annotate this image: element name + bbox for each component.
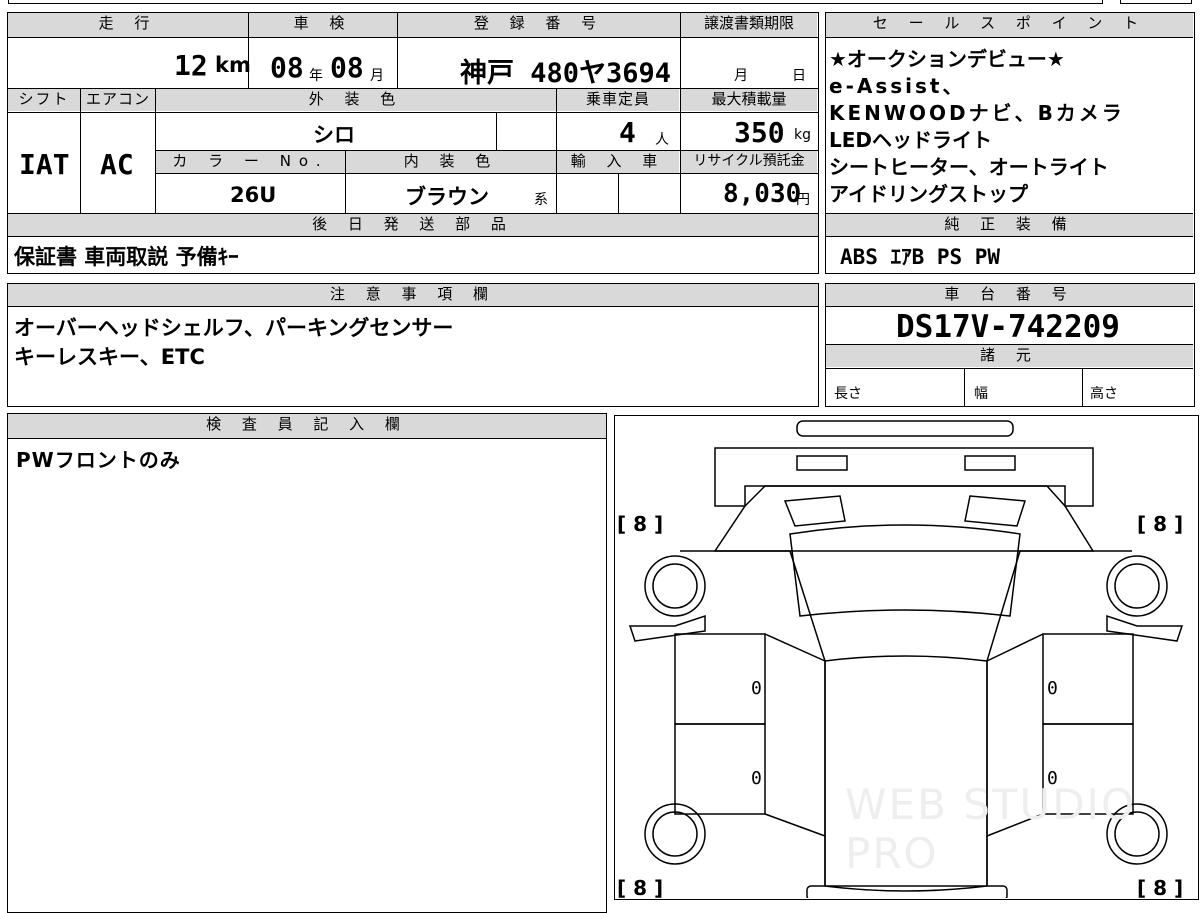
header-transfer-deadline: 譲渡書類期限 (681, 13, 817, 37)
color-no-value: 26U (230, 183, 277, 207)
header-sales-points: セ ー ル ス ポ イ ン ト (826, 13, 1193, 37)
header-notes: 注 意 事 項 欄 (8, 284, 818, 306)
header-aircon: エアコン (81, 89, 155, 111)
transfer-day-unit: 日 (792, 68, 806, 84)
front-panel (714, 447, 1094, 507)
sales-point-line: シートヒーター、オートライト (829, 155, 1109, 179)
aircon-value: AC (100, 148, 134, 181)
sales-point-line: アイドリングストップ (829, 182, 1028, 206)
mileage-unit: km (215, 53, 251, 77)
vehicle-info-table: 走 行 車 検 登 録 番 号 譲渡書類期限 12 km 08 年 08 月 神… (7, 12, 819, 274)
parts-value: 保証書 車両取説 予備ｷｰ (14, 245, 239, 269)
front-light-left (796, 455, 848, 471)
cropped-top-row (8, 0, 1103, 4)
tire-front-left-inner (652, 563, 698, 609)
registration-value: 神戸 480ヤ3694 (460, 58, 672, 89)
right-fender (1106, 614, 1184, 642)
spec-length-label: 長さ (834, 386, 862, 402)
month-unit: 月 (370, 68, 384, 84)
sales-point-line: KENWOODナビ、Bカメラ (829, 101, 1125, 125)
tire-rear-left-inner (652, 811, 698, 857)
sales-point-line: ★オークションデビュー★ (829, 47, 1065, 71)
windshield (789, 524, 1021, 617)
header-capacity: 乗車定員 (557, 89, 679, 111)
note-line: オーバーヘッドシェルフ、パーキングセンサー (14, 316, 454, 340)
inspection-year: 08 (270, 51, 304, 84)
header-chassis: 車 台 番 号 (826, 284, 1193, 306)
tire-depth-rear-left: [ 8 ] (617, 876, 664, 900)
header-registration: 登 録 番 号 (398, 13, 680, 37)
transfer-month-unit: 月 (734, 68, 748, 84)
interior-color-value: ブラウン (405, 185, 489, 209)
cropped-top-row-right (1120, 0, 1192, 4)
max-load-unit: kg (794, 127, 811, 143)
tire-depth-front-right: [ 8 ] (1137, 512, 1184, 536)
inspector-note: PWフロントのみ (16, 448, 181, 472)
inspection-month: 08 (330, 51, 364, 84)
front-bumper (796, 420, 1014, 437)
sales-points-list: ★オークションデビュー★ e-Assist、 KENWOODナビ、Bカメラ LE… (829, 46, 1125, 208)
chassis-number: DS17V-742209 (896, 309, 1120, 345)
front-light-right (964, 455, 1016, 471)
inspector-box: 検 査 員 記 入 欄 PWフロントのみ (7, 413, 607, 913)
shift-value: IAT (19, 148, 70, 181)
spec-height-label: 高さ (1090, 386, 1118, 402)
header-equipment: 純 正 装 備 (826, 214, 1193, 236)
header-mileage: 走 行 (8, 13, 248, 37)
tire-front-left (644, 555, 706, 617)
interior-suffix: 系 (534, 192, 548, 208)
header-specs: 諸 元 (826, 345, 1193, 367)
tire-front-right (1106, 555, 1168, 617)
header-inspector: 検 査 員 記 入 欄 (8, 414, 606, 438)
header-import: 輸 入 車 (557, 151, 679, 173)
door-fl-value: 0 (751, 678, 762, 699)
header-max-load: 最大積載量 (681, 89, 817, 111)
tire-depth-front-left: [ 8 ] (617, 512, 664, 536)
header-color-no: カ ラ ー No. (156, 151, 345, 173)
windshield-right (964, 495, 1026, 527)
watermark-text: WEB STUDIO PRO (845, 780, 1137, 878)
left-fender (628, 614, 706, 642)
sales-point-line: LEDヘッドライト (829, 128, 993, 152)
hood (713, 485, 1095, 552)
note-line: キーレスキー、ETC (14, 345, 205, 369)
recycle-value: 8,030 (723, 179, 802, 209)
tire-front-right-inner (1114, 563, 1160, 609)
max-load-value: 350 (734, 116, 785, 149)
notes-box: 注 意 事 項 欄 オーバーヘッドシェルフ、パーキングセンサー キーレスキー、E… (7, 283, 819, 407)
notes-list: オーバーヘッドシェルフ、パーキングセンサー キーレスキー、ETC (14, 314, 453, 372)
year-unit: 年 (309, 68, 323, 84)
tire-depth-rear-right: [ 8 ] (1137, 876, 1184, 900)
header-interior-color: 内 装 色 (346, 151, 556, 173)
header-exterior-color: 外 装 色 (156, 89, 556, 111)
header-inspection: 車 検 (249, 13, 397, 37)
spec-width-label: 幅 (974, 386, 988, 402)
recycle-unit: 円 (796, 192, 810, 208)
mileage-value: 12 (174, 49, 208, 82)
capacity-value: 4 (619, 116, 636, 149)
sales-point-line: e-Assist、 (829, 74, 966, 98)
body-left (680, 550, 826, 886)
chassis-box: 車 台 番 号 DS17V-742209 諸 元 長さ 幅 高さ (825, 283, 1195, 407)
door-rl-value: 0 (751, 768, 762, 789)
header-shift: シフト (8, 89, 80, 111)
windshield-left (783, 495, 846, 527)
header-recycle: リサイクル預託金 (681, 151, 817, 173)
header-parts: 後 日 発 送 部 品 (8, 214, 818, 236)
equipment-value: ABS ｴｱB PS PW (840, 245, 1001, 269)
capacity-unit: 人 (655, 132, 669, 148)
sales-points-box: セ ー ル ス ポ イ ン ト ★オークションデビュー★ e-Assist、 K… (825, 12, 1195, 274)
exterior-color-value: シロ (313, 123, 355, 147)
door-fr-value: 0 (1047, 678, 1058, 699)
